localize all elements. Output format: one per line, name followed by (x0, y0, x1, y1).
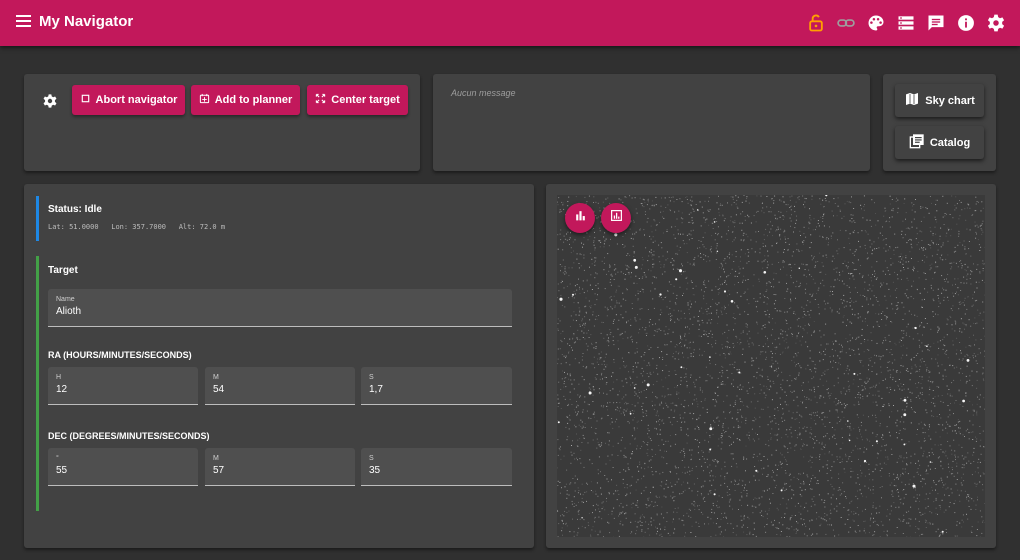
add-to-planner-label: Add to planner (214, 94, 293, 106)
altitude-value: Alt: 72.0 m (178, 223, 226, 231)
empty-message-text: Aucun message (451, 88, 516, 98)
dec-seconds-value: 35 (369, 465, 381, 476)
center-focus-icon (315, 93, 326, 107)
lock-open-icon[interactable] (806, 13, 826, 33)
dec-minutes-field[interactable]: M 57 (205, 448, 355, 486)
messages-card: Aucun message (433, 74, 870, 171)
status-title: Status: Idle (48, 204, 102, 215)
toolbar-card: Abort navigator Add to planner Center ta… (24, 74, 420, 171)
map-icon (904, 91, 920, 110)
target-name-label: Name (56, 296, 75, 303)
dec-degrees-label: ° (56, 455, 59, 462)
side-actions-card: Sky chart Catalog (883, 74, 996, 171)
catalog-button[interactable]: Catalog (895, 126, 984, 159)
dec-seconds-field[interactable]: S 35 (361, 448, 512, 486)
ra-seconds-value: 1,7 (369, 384, 383, 395)
longitude-value: Lon: 357.7000 (111, 223, 167, 231)
ra-minutes-value: 54 (213, 384, 225, 395)
catalog-label: Catalog (929, 136, 971, 149)
image-card (546, 184, 996, 548)
target-form-card: Status: Idle Lat: 51.0000 Lon: 357.7000 … (24, 184, 534, 548)
target-title: Target (48, 265, 78, 276)
stop-icon (80, 93, 91, 107)
ra-hours-field[interactable]: H 12 (48, 367, 198, 405)
star-field (557, 195, 985, 537)
ra-title: RA (HOURS/MINUTES/SECONDS) (48, 350, 192, 360)
sky-chart-button[interactable]: Sky chart (895, 84, 984, 117)
bar-chart-icon (574, 209, 587, 227)
ra-hours-label: H (56, 374, 62, 381)
app-bar: My Navigator (0, 0, 1020, 46)
info-icon[interactable] (956, 13, 976, 33)
image-stats-button[interactable] (601, 203, 631, 233)
target-indicator-bar (36, 256, 39, 511)
dec-degrees-field[interactable]: ° 55 (48, 448, 198, 486)
ra-seconds-label: S (369, 374, 374, 381)
palette-icon[interactable] (866, 13, 886, 33)
dec-seconds-label: S (369, 455, 374, 462)
abort-navigator-button[interactable]: Abort navigator (72, 85, 185, 115)
target-name-field[interactable]: Name Alioth (48, 289, 512, 327)
insert-chart-icon (610, 209, 623, 227)
app-title: My Navigator (39, 13, 134, 30)
ra-minutes-field[interactable]: M 54 (205, 367, 355, 405)
sky-image[interactable] (557, 195, 985, 537)
status-section (36, 196, 516, 241)
calendar-add-icon (199, 93, 210, 107)
dec-minutes-label: M (213, 455, 219, 462)
dec-title: DEC (DEGREES/MINUTES/SECONDS) (48, 431, 210, 441)
dec-degrees-value: 55 (56, 465, 68, 476)
link-icon[interactable] (836, 13, 856, 33)
sky-chart-label: Sky chart (925, 94, 975, 107)
settings-icon[interactable] (42, 93, 58, 109)
target-name-value: Alioth (56, 306, 82, 317)
center-target-button[interactable]: Center target (307, 85, 408, 115)
abort-navigator-label: Abort navigator (95, 94, 178, 106)
settings-icon[interactable] (986, 13, 1006, 33)
storage-icon[interactable] (896, 13, 916, 33)
add-to-planner-button[interactable]: Add to planner (191, 85, 300, 115)
menu-icon[interactable] (16, 15, 31, 27)
dec-minutes-value: 57 (213, 465, 225, 476)
feedback-icon[interactable] (926, 13, 946, 33)
status-indicator-bar (36, 196, 39, 241)
histogram-button[interactable] (565, 203, 595, 233)
status-coordinates: Lat: 51.0000 Lon: 357.7000 Alt: 72.0 m (48, 223, 225, 231)
ra-seconds-field[interactable]: S 1,7 (361, 367, 512, 405)
ra-hours-value: 12 (56, 384, 68, 395)
center-target-label: Center target (331, 94, 400, 106)
ra-minutes-label: M (213, 374, 219, 381)
library-books-icon (909, 133, 925, 152)
latitude-value: Lat: 51.0000 (48, 223, 99, 231)
